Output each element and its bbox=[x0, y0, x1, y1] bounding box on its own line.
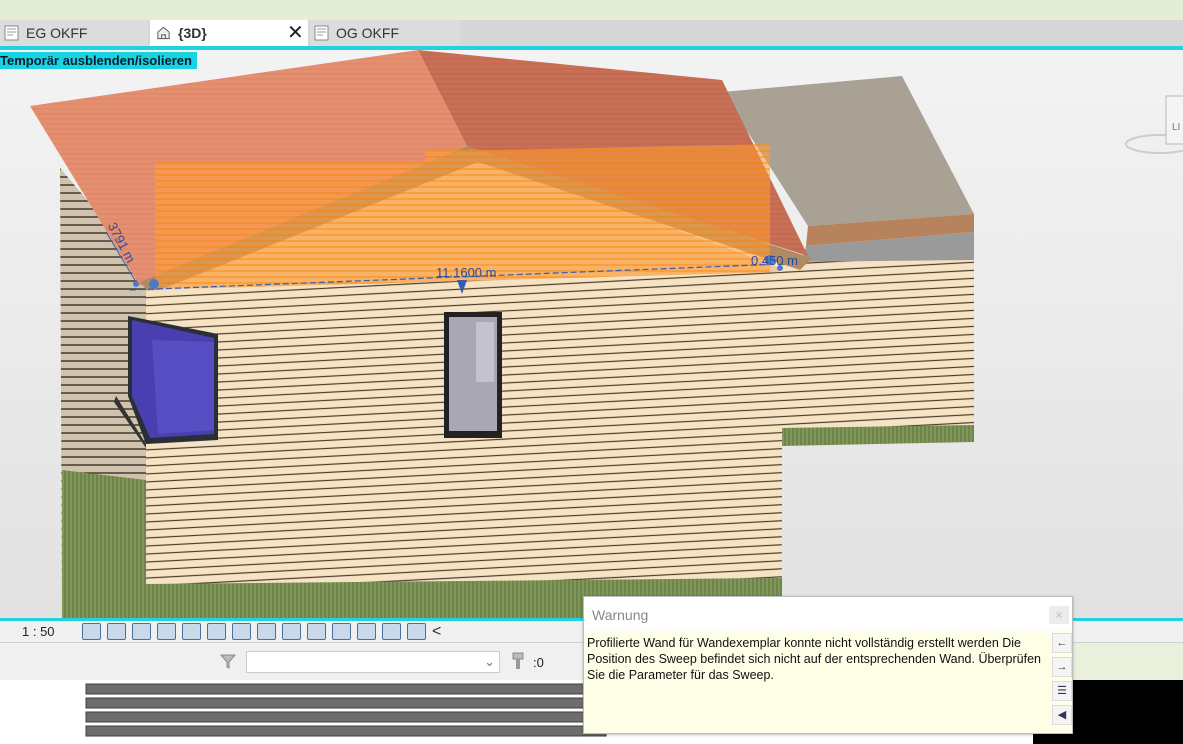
3d-viewport[interactable]: Temporär ausblenden/isolieren 3791 m 11.… bbox=[0, 50, 1183, 618]
tab-og-okff[interactable]: OG OKFF bbox=[310, 20, 460, 46]
dimension-right[interactable]: 0.450 m bbox=[751, 253, 798, 268]
view-cube-label[interactable]: LI bbox=[1172, 122, 1180, 133]
scale-indicator[interactable]: 1 : 50 bbox=[22, 624, 55, 639]
visual-style-icon[interactable] bbox=[107, 623, 126, 640]
temporary-view-properties-icon[interactable] bbox=[332, 623, 351, 640]
sun-path-icon[interactable] bbox=[132, 623, 151, 640]
3d-house-icon bbox=[157, 26, 170, 40]
warning-title: Warnung bbox=[592, 607, 649, 623]
rendering-dialog-icon[interactable] bbox=[182, 623, 201, 640]
close-button[interactable]: × bbox=[1049, 606, 1069, 624]
reveal-hidden-icon[interactable] bbox=[307, 623, 326, 640]
tab-label: {3D} bbox=[178, 25, 207, 41]
view-tab-bar: EG OKFF {3D} ✕ OG OKFF bbox=[0, 20, 1183, 46]
close-icon[interactable]: ✕ bbox=[287, 22, 304, 44]
title-strip bbox=[0, 0, 1183, 20]
floor-plan-icon bbox=[314, 25, 329, 41]
chevron-down-icon: ⌄ bbox=[484, 654, 495, 669]
building-model bbox=[30, 50, 1183, 618]
tab-eg-okff[interactable]: EG OKFF bbox=[0, 20, 148, 46]
show-details-icon[interactable]: ☰ bbox=[1052, 681, 1072, 701]
temporary-hide-icon[interactable] bbox=[282, 623, 301, 640]
warning-header: Warnung × bbox=[584, 597, 1072, 631]
next-arrow-icon[interactable]: → bbox=[1052, 657, 1072, 677]
revit-window: EG OKFF {3D} ✕ OG OKFF Temporär ausblend… bbox=[0, 0, 1183, 744]
selection-bar: ⌄ :0 bbox=[0, 643, 600, 680]
filter-icon[interactable] bbox=[218, 651, 238, 671]
detail-level-icon[interactable] bbox=[82, 623, 101, 640]
tab-label: EG OKFF bbox=[26, 25, 88, 41]
brush-icon[interactable] bbox=[509, 651, 527, 671]
highlight-displacement-icon[interactable] bbox=[382, 623, 401, 640]
dimension-center[interactable]: 11.1600 m bbox=[436, 265, 496, 280]
reveal-constraints-icon[interactable] bbox=[407, 623, 426, 640]
shadows-icon[interactable] bbox=[157, 623, 176, 640]
warning-dialog: Warnung × Profilierte Wand für Wandexemp… bbox=[583, 596, 1073, 734]
previous-arrow-icon[interactable]: ← bbox=[1052, 633, 1072, 653]
crop-view-icon[interactable] bbox=[207, 623, 226, 640]
workset-dropdown[interactable]: ⌄ bbox=[246, 651, 500, 673]
tab-label: OG OKFF bbox=[336, 25, 399, 41]
selection-count: :0 bbox=[533, 655, 544, 670]
chevron-left-icon[interactable]: < bbox=[432, 623, 441, 640]
crop-region-icon[interactable] bbox=[232, 623, 251, 640]
warning-controls: ← → ☰ ◀ bbox=[1052, 633, 1072, 733]
temporary-hide-isolate-banner: Temporär ausblenden/isolieren bbox=[0, 52, 197, 69]
speaker-icon[interactable]: ◀ bbox=[1052, 705, 1072, 725]
unlocked-3d-view-icon[interactable] bbox=[257, 623, 276, 640]
floor-plan-icon bbox=[4, 25, 19, 41]
warning-message: Profilierte Wand für Wandexemplar konnte… bbox=[587, 636, 1041, 682]
tab-3d[interactable]: {3D} ✕ bbox=[150, 20, 308, 46]
show-analytical-icon[interactable] bbox=[357, 623, 376, 640]
view-control-icons: < bbox=[82, 623, 441, 640]
